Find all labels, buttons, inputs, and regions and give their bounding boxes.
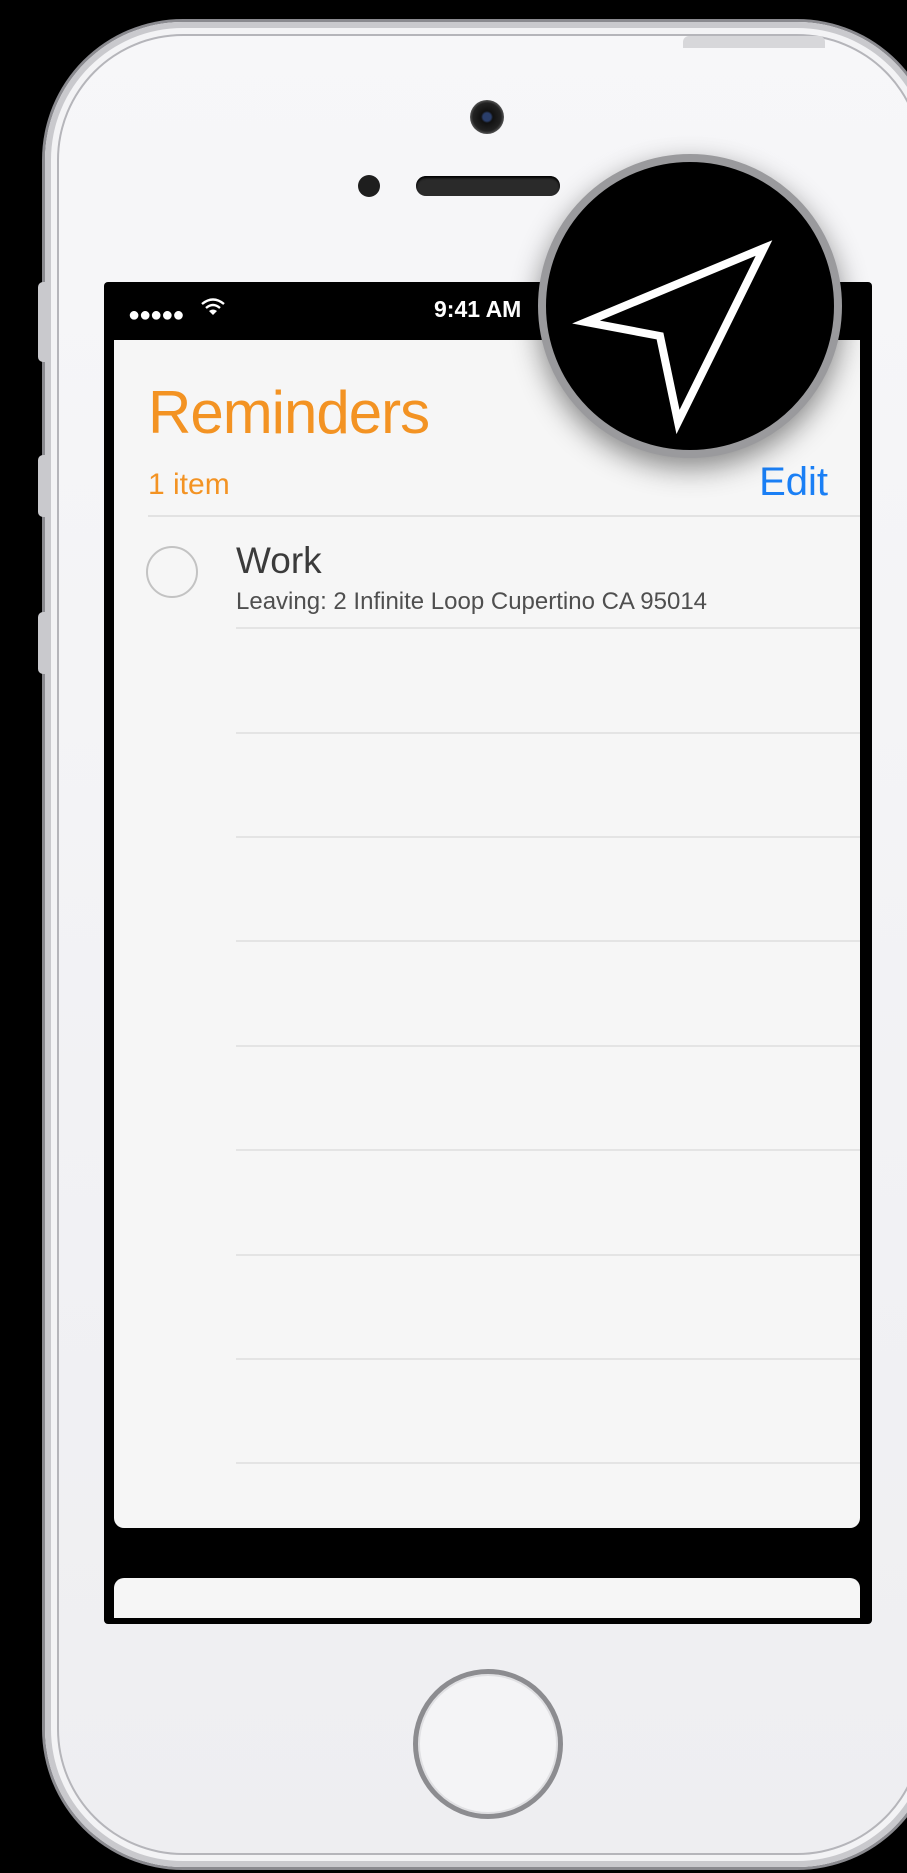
status-time: 9:41 AM bbox=[434, 296, 522, 322]
row-divider bbox=[236, 1462, 860, 1464]
row-divider bbox=[236, 1149, 860, 1151]
volume-down-button bbox=[38, 612, 48, 674]
row-divider bbox=[236, 1358, 860, 1360]
proximity-sensor bbox=[358, 175, 380, 197]
next-list-card[interactable] bbox=[114, 1578, 860, 1618]
signal-strength: ●●●●● bbox=[128, 304, 184, 326]
earpiece-speaker bbox=[416, 176, 560, 196]
location-arrow-icon bbox=[538, 154, 842, 458]
sleep-button bbox=[683, 36, 825, 48]
row-divider bbox=[236, 1254, 860, 1256]
home-button[interactable] bbox=[413, 1669, 563, 1819]
header-divider bbox=[148, 515, 860, 517]
row-divider bbox=[236, 940, 860, 942]
row-divider bbox=[236, 836, 860, 838]
volume-up-button bbox=[38, 455, 48, 517]
mute-switch bbox=[38, 282, 48, 362]
reminder-title: Work bbox=[236, 540, 322, 581]
reminder-location: Leaving: 2 Infinite Loop Cupertino CA 95… bbox=[236, 588, 708, 615]
item-count: 1 item bbox=[148, 468, 230, 501]
list-item[interactable]: Work Leaving: 2 Infinite Loop Cupertino … bbox=[114, 518, 860, 628]
row-divider bbox=[236, 732, 860, 734]
row-divider bbox=[236, 1045, 860, 1047]
reminders-list-card: Reminders 1 item Edit Work Leaving: 2 In… bbox=[114, 340, 860, 1528]
edit-button[interactable]: Edit bbox=[759, 460, 828, 505]
front-camera bbox=[470, 100, 504, 134]
row-divider bbox=[236, 627, 860, 629]
completion-circle-icon[interactable] bbox=[146, 546, 198, 598]
list-title: Reminders bbox=[148, 379, 430, 446]
wifi-icon bbox=[200, 296, 226, 324]
